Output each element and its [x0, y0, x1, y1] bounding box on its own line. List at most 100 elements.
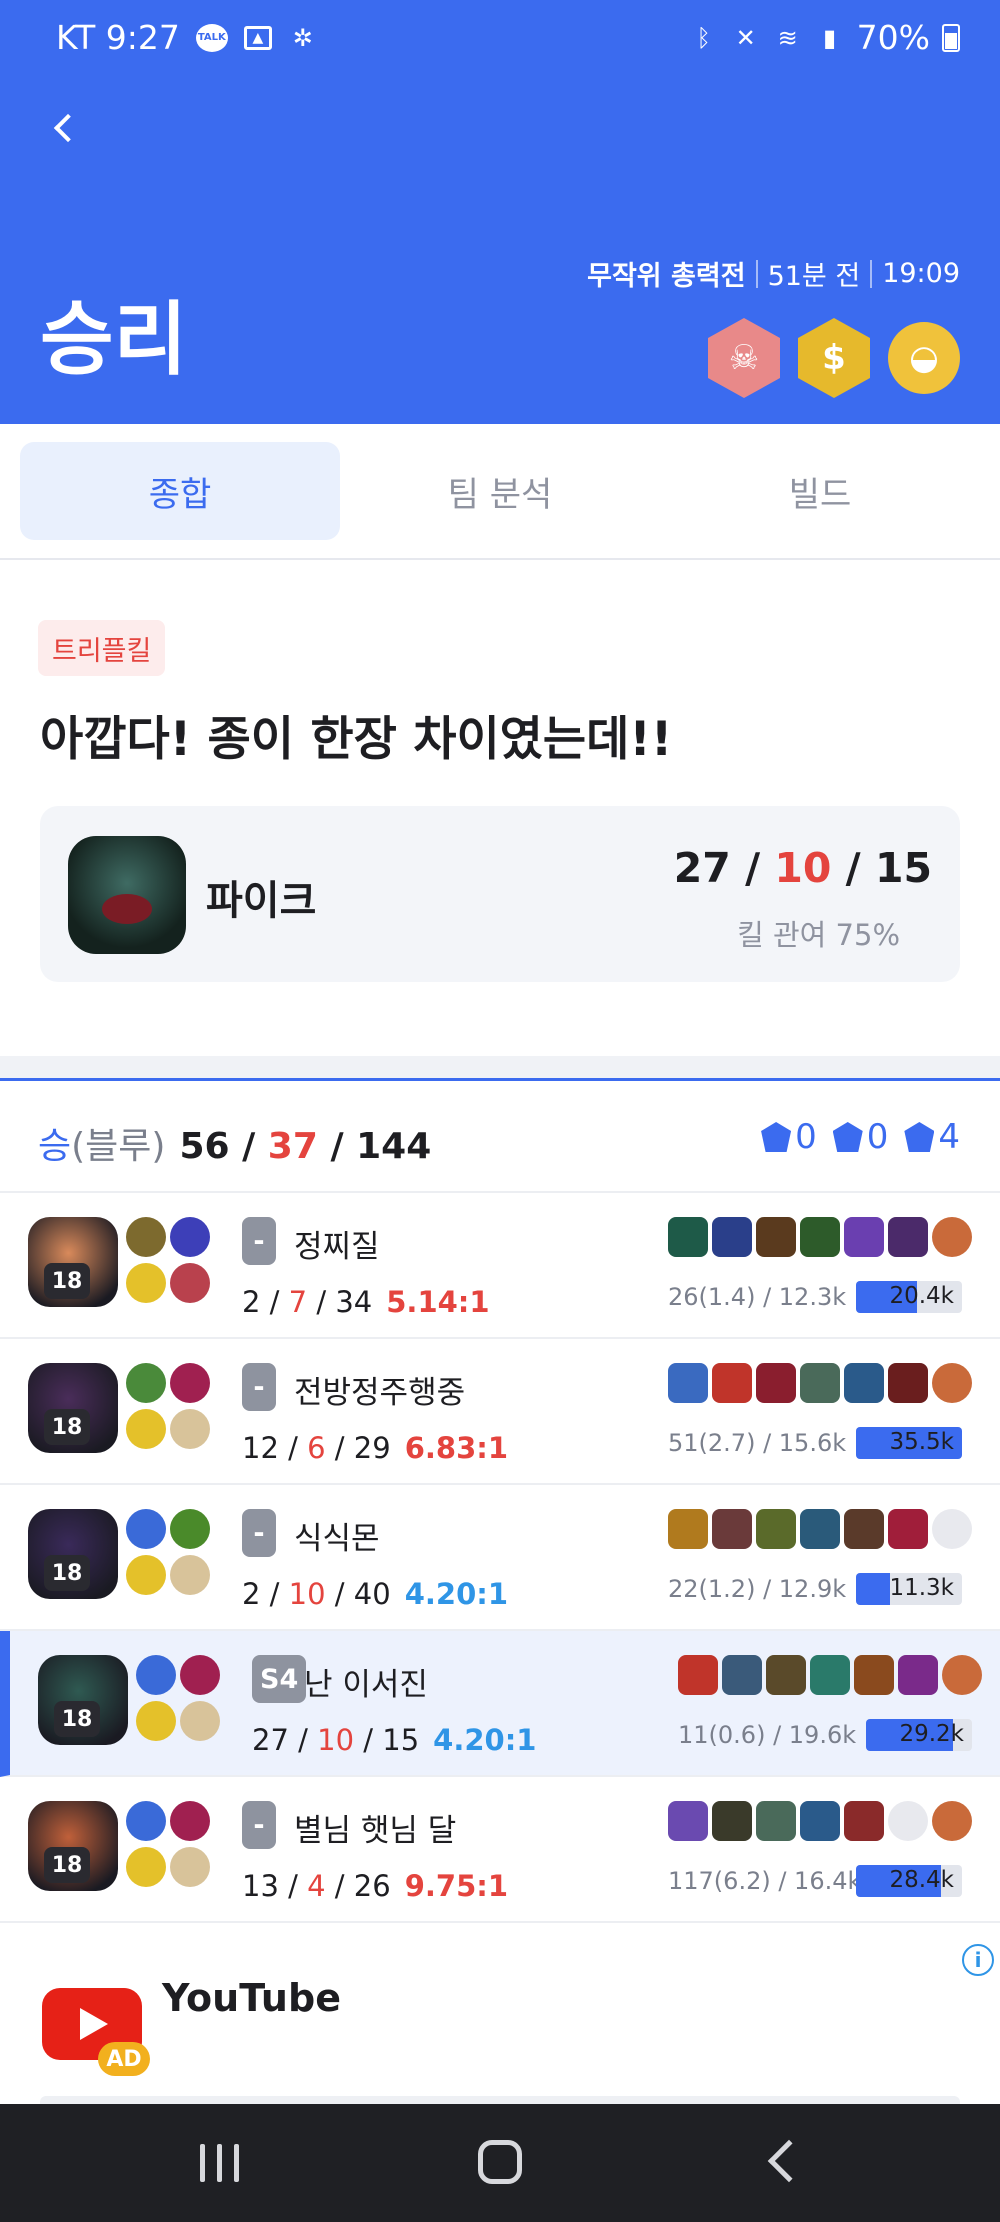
dragon-count: 0 — [866, 1117, 889, 1157]
item-icon — [668, 1801, 708, 1841]
summoner-spell-icon — [126, 1509, 166, 1549]
rune-icon — [136, 1701, 176, 1741]
empty-item-slot — [888, 1801, 928, 1841]
skull-badge-icon[interactable]: ☠ — [708, 318, 780, 398]
objective-tower: 4 — [904, 1117, 960, 1157]
item-build — [668, 1217, 972, 1257]
item-build — [668, 1509, 972, 1549]
team-label: 승(블루) 56 / 37 / 144 — [38, 1117, 431, 1169]
rune-icon — [170, 1555, 210, 1595]
rune-icon — [126, 1263, 166, 1303]
tier-badge: - — [242, 1363, 276, 1411]
team-deaths: 37 — [267, 1126, 318, 1167]
ad-banner[interactable]: i AD YouTube — [0, 1940, 1000, 2104]
player-name[interactable]: 난 이서진 — [304, 1659, 428, 1704]
carrier-time: KT 9:27 — [56, 18, 180, 57]
item-icon — [668, 1509, 708, 1549]
player-deaths: 4 — [307, 1869, 326, 1903]
champion-level: 18 — [54, 1701, 100, 1737]
item-icon — [756, 1363, 796, 1403]
player-kills: 12 — [242, 1431, 279, 1465]
section-divider — [0, 1056, 1000, 1078]
item-icon — [854, 1655, 894, 1695]
rune-icon — [180, 1701, 220, 1741]
recent-apps-button[interactable] — [200, 2144, 239, 2182]
player-row[interactable]: 18- 정찌질 2 / 7 / 34 5.14:1 26(1.4) / 12.3k 20.… — [0, 1193, 1000, 1339]
objective-baron: 0 — [761, 1117, 817, 1157]
player-assists: 26 — [353, 1869, 391, 1903]
app-notification-icon: ✲ — [292, 23, 313, 52]
tier-badge: - — [242, 1217, 276, 1265]
team-kills: 56 — [179, 1126, 230, 1167]
kakaotalk-icon: TALK — [195, 23, 228, 52]
item-icon — [888, 1363, 928, 1403]
player-name[interactable]: 별님 햇님 달 — [294, 1805, 456, 1850]
cs-gold: 11(0.6) / 19.6k — [678, 1721, 857, 1749]
mute-icon: ✕ — [735, 23, 756, 52]
ad-info-icon[interactable]: i — [962, 1944, 994, 1976]
summoner-spell-icon — [136, 1655, 176, 1695]
player-deaths: 10 — [288, 1577, 326, 1611]
summoner-spell-icon — [180, 1655, 220, 1695]
damage-value: 20.4k — [889, 1283, 954, 1309]
damage-bar: 20.4k — [856, 1281, 962, 1313]
player-deaths: 7 — [288, 1285, 308, 1319]
team-section: 승(블루) 56 / 37 / 144 0 0 4 18- 정찌질 2 / 7 / 3… — [0, 1078, 1000, 1923]
item-icon — [844, 1509, 884, 1549]
kda-ratio: 6.83:1 — [404, 1431, 509, 1465]
tab-overview[interactable]: 종합 — [20, 442, 340, 540]
player-row[interactable]: 18- 별님 햇님 달 13 / 4 / 26 9.75:1 117(6.2) / 16… — [0, 1777, 1000, 1923]
item-icon — [800, 1509, 840, 1549]
item-icon — [712, 1363, 752, 1403]
home-button[interactable] — [478, 2140, 522, 2184]
player-kda: 13 / 4 / 26 9.75:1 — [242, 1869, 509, 1903]
champion-card[interactable]: 파이크 27 / 10 / 15 킬 관여 75% — [40, 806, 960, 982]
ad-content-strip — [40, 2096, 960, 2104]
summoner-spell-icon — [126, 1363, 166, 1403]
player-name[interactable]: 식식몬 — [294, 1513, 380, 1558]
chevron-left-icon — [53, 113, 83, 143]
player-row[interactable]: 18- 식식몬 2 / 10 / 40 4.20:1 22(1.2) / 12.9k 11… — [0, 1485, 1000, 1631]
player-kills: 2 — [242, 1285, 261, 1319]
back-button[interactable] — [48, 104, 88, 154]
tab-build[interactable]: 빌드 — [660, 442, 980, 540]
player-name[interactable]: 정찌질 — [294, 1221, 380, 1266]
item-icon — [888, 1509, 928, 1549]
team-side: (블루) — [71, 1126, 166, 1167]
gold-badge-icon[interactable]: $ — [798, 318, 870, 398]
player-deaths: 6 — [307, 1431, 326, 1465]
cs-gold: 51(2.7) / 15.6k — [668, 1429, 847, 1457]
player-row[interactable]: 18 S4 난 이서진 27 / 10 / 15 4.20:1 11(0.6) / 19.… — [0, 1631, 1000, 1777]
summoner-spell-icon — [170, 1801, 210, 1841]
item-icon — [712, 1509, 752, 1549]
rune-icon — [170, 1409, 210, 1449]
damage-bar: 11.3k — [856, 1573, 962, 1605]
item-icon — [756, 1801, 796, 1841]
tab-team-analysis[interactable]: 팀 분석 — [340, 442, 660, 540]
team-objectives: 0 0 4 — [761, 1117, 960, 1157]
item-icon — [678, 1655, 718, 1695]
player-assists: 29 — [353, 1431, 391, 1465]
bluetooth-icon: ᛒ — [696, 23, 711, 52]
objective-dragon: 0 — [832, 1117, 889, 1157]
baron-count: 0 — [795, 1117, 817, 1157]
achievement-badges: ☠ $ ◒ — [708, 318, 960, 398]
summary-section: 트리플킬 아깝다! 종이 한장 차이였는데!! 파이크 27 / 10 / 15… — [0, 560, 1000, 1056]
kill-participation: 킬 관여 75% — [737, 918, 900, 952]
system-back-button[interactable] — [767, 2139, 811, 2183]
player-row[interactable]: 18- 전방정주행중 12 / 6 / 29 6.83:1 51(2.7) / 15.6… — [0, 1339, 1000, 1485]
item-icon — [668, 1217, 708, 1257]
signal-icon: ▮ — [823, 23, 837, 52]
item-icon — [756, 1509, 796, 1549]
multikill-tag: 트리플킬 — [38, 620, 166, 676]
sheep-badge-icon[interactable]: ◒ — [888, 322, 960, 394]
summoner-spell-icon — [170, 1509, 210, 1549]
damage-bar: 28.4k — [856, 1865, 962, 1897]
damage-value: 35.5k — [889, 1429, 954, 1455]
summoner-spell-icon — [170, 1363, 210, 1403]
player-name[interactable]: 전방정주행중 — [294, 1367, 465, 1412]
ward-item-icon — [932, 1363, 972, 1403]
gallery-icon: ▲ — [243, 25, 272, 50]
assists: 15 — [874, 844, 932, 892]
tower-icon — [904, 1122, 935, 1152]
